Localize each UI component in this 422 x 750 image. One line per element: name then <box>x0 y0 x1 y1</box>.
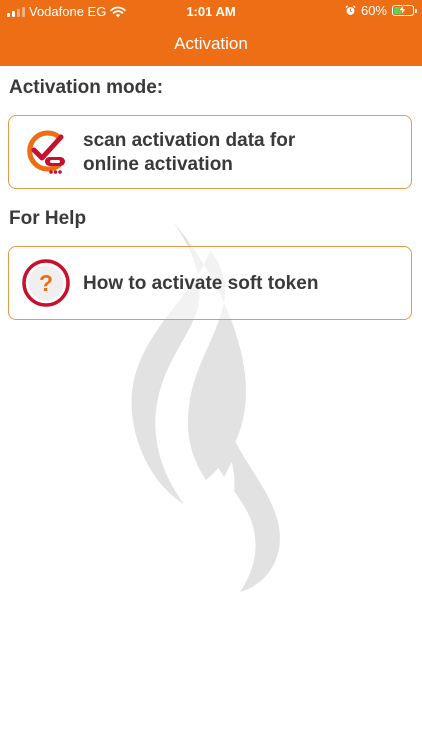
battery-charging-icon <box>392 5 417 16</box>
scan-activation-label-line1: scan activation data for <box>83 130 296 151</box>
how-to-activate-label: How to activate soft token <box>83 273 319 294</box>
scan-activation-label: scan activation data for online activati… <box>83 129 399 177</box>
battery-percent: 60% <box>360 3 387 18</box>
scan-activation-option[interactable]: scan activation data for online activati… <box>8 115 412 189</box>
alarm-icon <box>345 5 356 15</box>
help-heading: For Help <box>9 208 87 229</box>
question-icon: ? <box>22 259 70 307</box>
how-to-activate-option[interactable]: ? How to activate soft token <box>8 246 412 320</box>
activation-mode-heading: Activation mode: <box>9 77 164 98</box>
scan-check-icon <box>27 130 65 174</box>
status-bar: Vodafone EG 1:01 AM 60% <box>0 0 422 24</box>
top-bar: Vodafone EG 1:01 AM 60% Activation <box>0 0 422 66</box>
status-right: 60% <box>345 3 417 18</box>
activation-screen: Vodafone EG 1:01 AM 60% Activation Activ… <box>0 0 422 750</box>
svg-text:?: ? <box>39 270 53 296</box>
page-title: Activation <box>174 34 248 53</box>
scan-activation-label-line2: online activation <box>83 154 233 175</box>
